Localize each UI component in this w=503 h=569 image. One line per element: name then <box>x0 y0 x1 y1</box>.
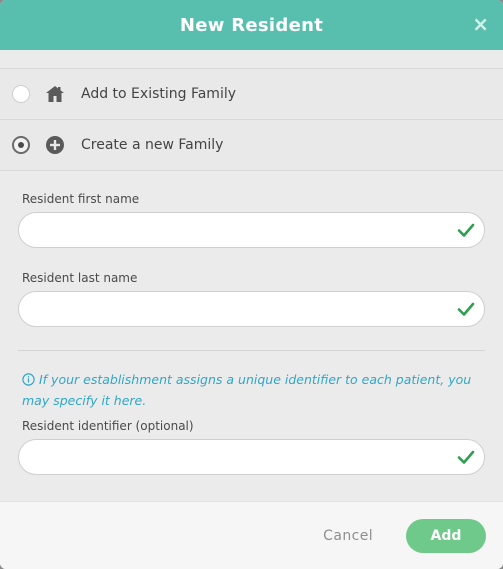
first-name-field[interactable] <box>18 212 485 249</box>
first-name-input[interactable] <box>33 213 457 249</box>
last-name-field[interactable] <box>18 291 485 328</box>
check-icon <box>457 302 475 316</box>
divider <box>18 350 485 351</box>
identifier-info-text: If your establishment assigns a unique i… <box>22 372 472 408</box>
option-new-family[interactable]: Create a new Family <box>0 119 503 171</box>
radio-existing-family[interactable] <box>12 85 30 103</box>
house-icon <box>46 86 64 102</box>
plus-circle-icon <box>46 136 64 154</box>
family-options: Add to Existing Family Create a new Fami… <box>0 68 503 171</box>
option-existing-family[interactable]: Add to Existing Family <box>0 68 503 119</box>
last-name-label: Resident last name <box>22 271 138 285</box>
resident-form: Resident first name Resident last name I… <box>0 171 503 476</box>
add-button[interactable]: Add <box>406 519 486 553</box>
check-icon <box>457 223 475 237</box>
last-name-input[interactable] <box>33 292 457 328</box>
option-new-family-label: Create a new Family <box>81 137 224 153</box>
identifier-field[interactable] <box>18 439 485 476</box>
identifier-info: If your establishment assigns a unique i… <box>22 369 485 411</box>
identifier-label: Resident identifier (optional) <box>22 419 194 433</box>
identifier-input[interactable] <box>33 440 457 476</box>
check-icon <box>457 450 475 464</box>
first-name-label: Resident first name <box>22 192 140 206</box>
dialog-footer: Cancel Add <box>0 501 503 569</box>
dialog-title: New Resident <box>179 14 324 36</box>
cancel-button[interactable]: Cancel <box>317 520 379 552</box>
close-icon[interactable]: × <box>472 12 489 36</box>
info-icon <box>22 373 35 386</box>
new-resident-dialog: New Resident × Add to Existing Family Cr… <box>0 0 503 569</box>
dialog-header: New Resident × <box>0 0 503 50</box>
radio-new-family[interactable] <box>12 136 30 154</box>
option-existing-family-label: Add to Existing Family <box>81 86 237 102</box>
